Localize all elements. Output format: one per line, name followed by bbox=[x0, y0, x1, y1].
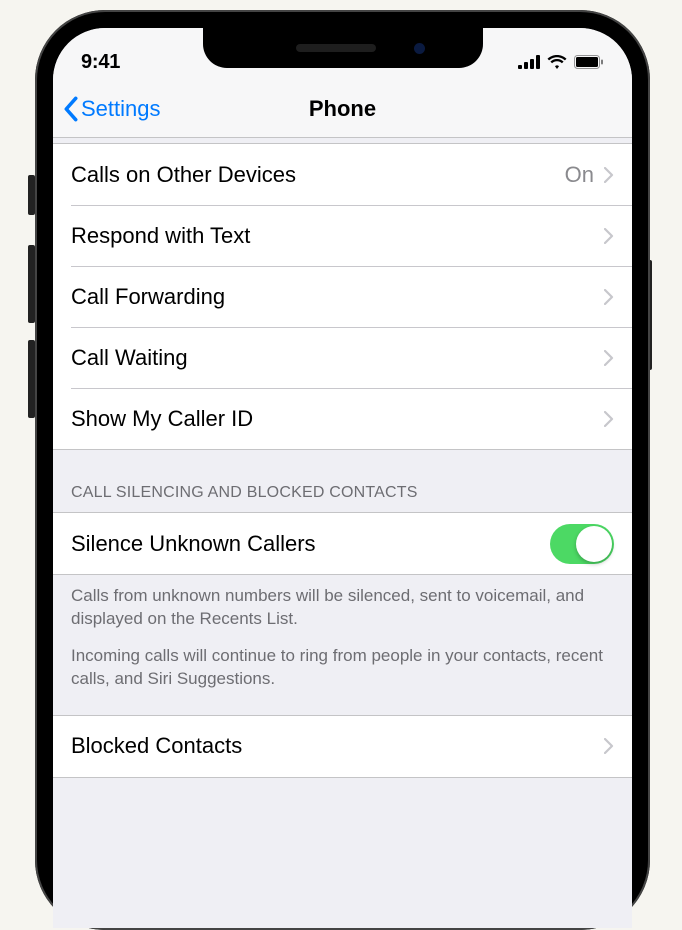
chevron-right-icon bbox=[604, 738, 614, 754]
front-camera bbox=[414, 43, 425, 54]
cell-label: Call Forwarding bbox=[71, 284, 604, 310]
cell-show-my-caller-id[interactable]: Show My Caller ID bbox=[53, 388, 632, 449]
settings-group-blocked: Blocked Contacts bbox=[53, 715, 632, 778]
chevron-right-icon bbox=[604, 289, 614, 305]
content: Calls on Other Devices On Respond with T… bbox=[53, 138, 632, 798]
chevron-right-icon bbox=[604, 228, 614, 244]
notch bbox=[203, 28, 483, 68]
section-footer-silencing: Calls from unknown numbers will be silen… bbox=[53, 575, 632, 715]
back-label: Settings bbox=[81, 96, 161, 122]
chevron-right-icon bbox=[604, 411, 614, 427]
speaker-grille bbox=[296, 44, 376, 52]
wifi-icon bbox=[547, 55, 567, 69]
settings-group-calls: Calls on Other Devices On Respond with T… bbox=[53, 144, 632, 450]
settings-group-silencing: Silence Unknown Callers bbox=[53, 512, 632, 575]
battery-icon bbox=[574, 55, 604, 69]
chevron-right-icon bbox=[604, 167, 614, 183]
section-header-silencing: CALL SILENCING AND BLOCKED CONTACTS bbox=[53, 450, 632, 512]
cell-label: Calls on Other Devices bbox=[71, 162, 565, 188]
cell-respond-with-text[interactable]: Respond with Text bbox=[53, 205, 632, 266]
cell-label: Blocked Contacts bbox=[71, 733, 604, 759]
cell-label: Show My Caller ID bbox=[71, 406, 604, 432]
cell-call-waiting[interactable]: Call Waiting bbox=[53, 327, 632, 388]
footer-text-2: Incoming calls will continue to ring fro… bbox=[71, 645, 614, 691]
toggle-knob bbox=[576, 526, 612, 562]
cell-call-forwarding[interactable]: Call Forwarding bbox=[53, 266, 632, 327]
status-time: 9:41 bbox=[81, 51, 120, 74]
back-button[interactable]: Settings bbox=[63, 96, 161, 122]
chevron-right-icon bbox=[604, 350, 614, 366]
phone-volume-up bbox=[28, 245, 35, 323]
silence-unknown-toggle[interactable] bbox=[550, 524, 614, 564]
cellular-icon bbox=[518, 55, 540, 69]
cell-label: Silence Unknown Callers bbox=[71, 531, 550, 557]
status-icons bbox=[518, 55, 604, 69]
cell-blocked-contacts[interactable]: Blocked Contacts bbox=[53, 716, 632, 777]
screen: 9:41 bbox=[53, 28, 632, 928]
chevron-left-icon bbox=[63, 96, 79, 122]
cell-calls-on-other-devices[interactable]: Calls on Other Devices On bbox=[53, 144, 632, 205]
cell-label: Respond with Text bbox=[71, 223, 604, 249]
phone-volume-down bbox=[28, 340, 35, 418]
cell-label: Call Waiting bbox=[71, 345, 604, 371]
nav-bar: Settings Phone bbox=[53, 80, 632, 138]
cell-silence-unknown-callers: Silence Unknown Callers bbox=[53, 513, 632, 574]
footer-text-1: Calls from unknown numbers will be silen… bbox=[71, 585, 614, 631]
phone-mute-switch bbox=[28, 175, 35, 215]
cell-value: On bbox=[565, 162, 594, 188]
